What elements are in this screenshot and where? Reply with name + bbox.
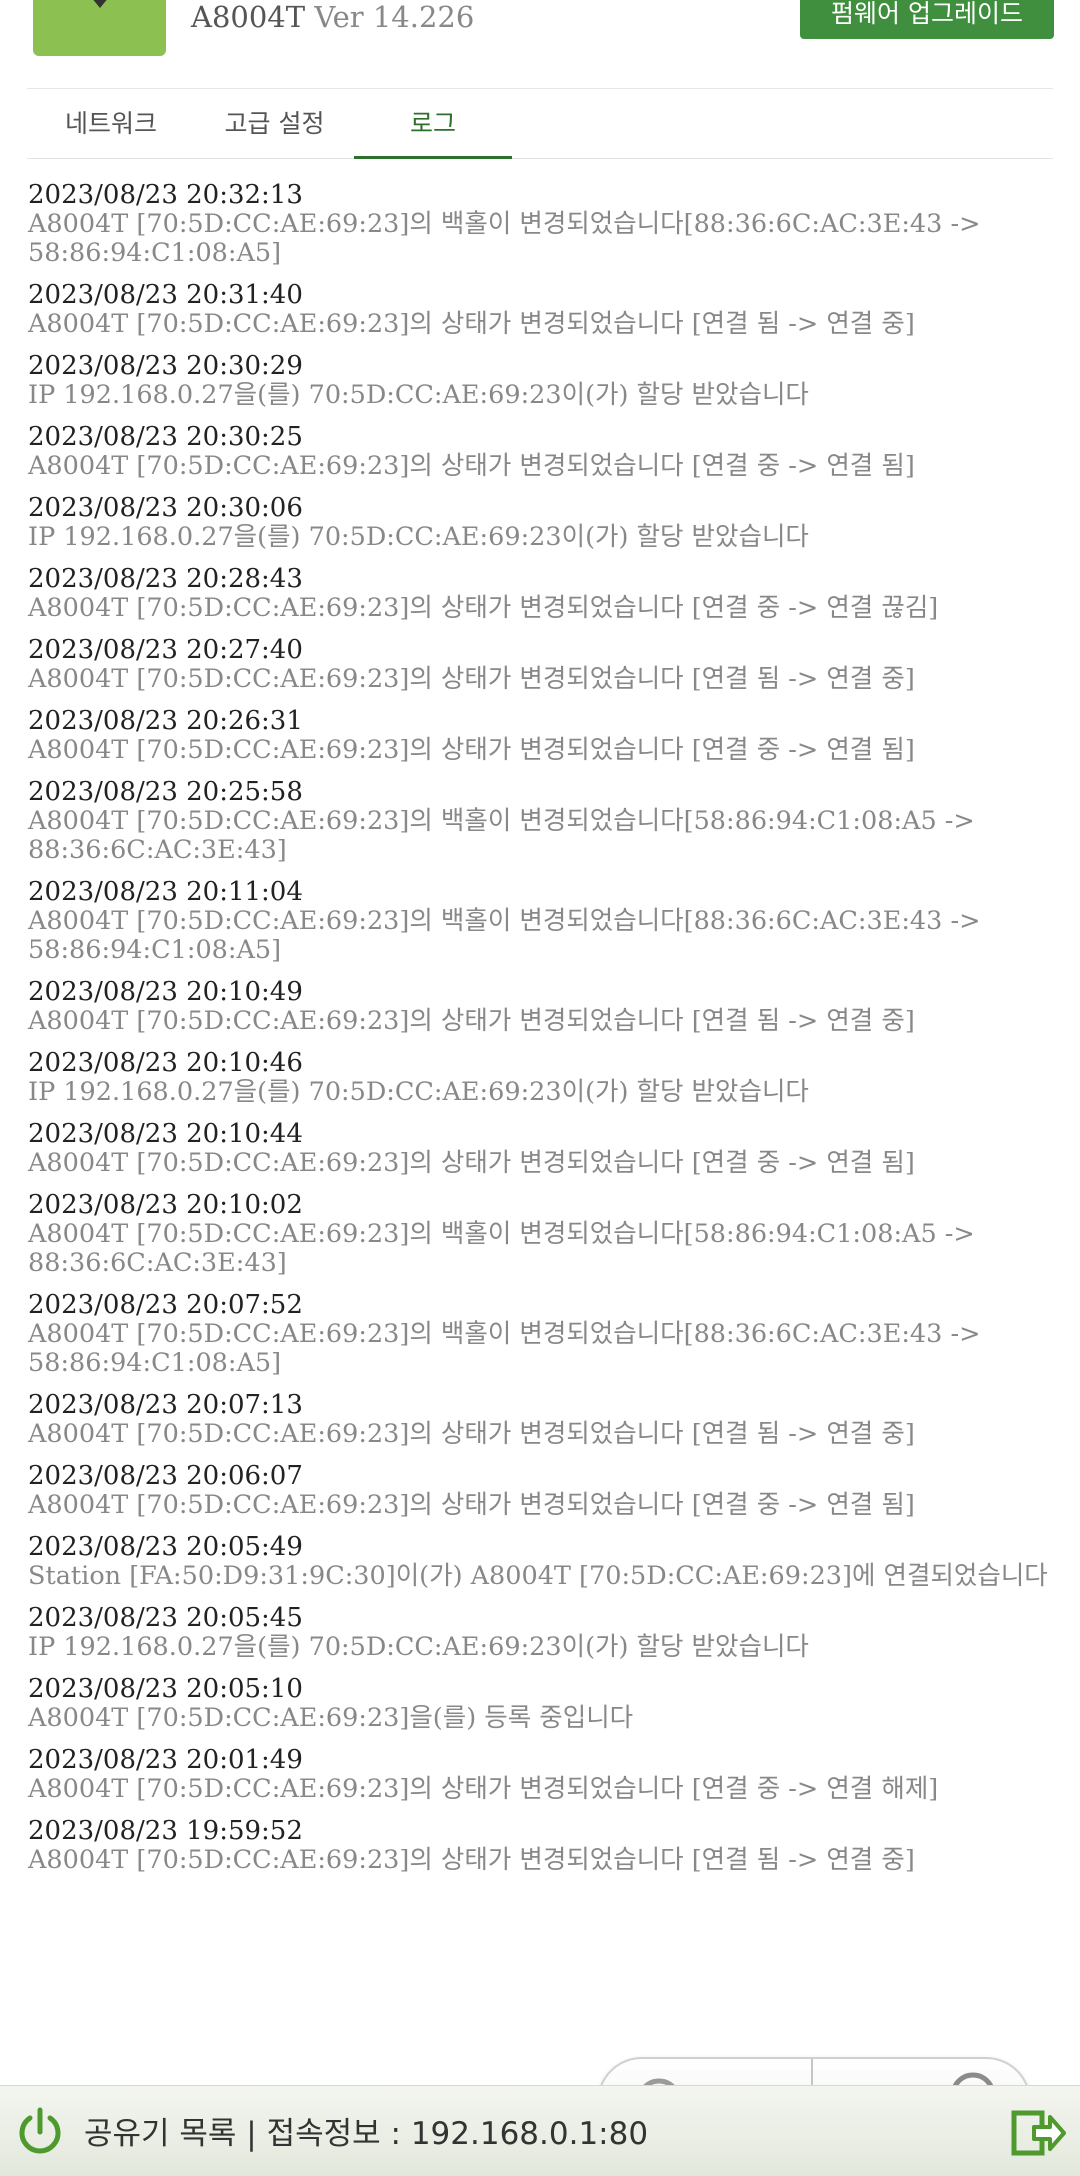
log-message: A8004T [70:5D:CC:AE:69:23]의 상태가 변경되었습니다 … xyxy=(28,1006,915,1036)
log-message: A8004T [70:5D:CC:AE:69:23]의 상태가 변경되었습니다 … xyxy=(28,1419,915,1449)
log-message: A8004T [70:5D:CC:AE:69:23]의 백홀이 변경되었습니다[… xyxy=(28,906,981,965)
log-timestamp: 2023/08/23 20:11:04 xyxy=(28,877,303,907)
log-timestamp: 2023/08/23 20:07:52 xyxy=(28,1290,303,1320)
log-message: A8004T [70:5D:CC:AE:69:23]의 상태가 변경되었습니다 … xyxy=(28,593,939,623)
log-timestamp: 2023/08/23 20:28:43 xyxy=(28,564,303,594)
log-message: IP 192.168.0.27을(를) 70:5D:CC:AE:69:23이(가… xyxy=(28,380,809,410)
log-message: IP 192.168.0.27을(를) 70:5D:CC:AE:69:23이(가… xyxy=(28,1632,809,1662)
log-entry: 2023/08/23 20:06:07 A8004T [70:5D:CC:AE:6… xyxy=(28,1462,1058,1520)
tab-log[interactable]: 로그 xyxy=(354,96,512,159)
header-divider xyxy=(27,88,1053,89)
log-message: A8004T [70:5D:CC:AE:69:23]을(를) 등록 중입니다 xyxy=(28,1703,634,1733)
router-list-connection-info[interactable]: 공유기 목록 | 접속정보 : 192.168.0.1:80 xyxy=(84,2108,648,2153)
log-entry: 2023/08/23 20:10:49 A8004T [70:5D:CC:AE:6… xyxy=(28,978,1058,1036)
log-timestamp: 2023/08/23 20:25:58 xyxy=(28,777,303,807)
log-message: A8004T [70:5D:CC:AE:69:23]의 상태가 변경되었습니다 … xyxy=(28,309,915,339)
log-message: A8004T [70:5D:CC:AE:69:23]의 백홀이 변경되었습니다[… xyxy=(28,209,981,268)
log-entry: 2023/08/23 20:07:52 A8004T [70:5D:CC:AE:6… xyxy=(28,1291,1058,1378)
log-message: IP 192.168.0.27을(를) 70:5D:CC:AE:69:23이(가… xyxy=(28,1077,809,1107)
log-entry: 2023/08/23 20:27:40 A8004T [70:5D:CC:AE:6… xyxy=(28,636,1058,694)
log-entry: 2023/08/23 20:01:49 A8004T [70:5D:CC:AE:6… xyxy=(28,1746,1058,1804)
log-entry: 2023/08/23 20:32:13 A8004T [70:5D:CC:AE:6… xyxy=(28,181,1058,268)
log-entry: 2023/08/23 20:10:02 A8004T [70:5D:CC:AE:6… xyxy=(28,1191,1058,1278)
log-message: A8004T [70:5D:CC:AE:69:23]의 백홀이 변경되었습니다[… xyxy=(28,1319,981,1378)
log-timestamp: 2023/08/23 20:31:40 xyxy=(28,280,303,310)
log-message: A8004T [70:5D:CC:AE:69:23]의 상태가 변경되었습니다 … xyxy=(28,1774,939,1804)
power-icon[interactable] xyxy=(14,2106,66,2158)
log-entry: 2023/08/23 20:05:10 A8004T [70:5D:CC:AE:6… xyxy=(28,1675,1058,1733)
log-timestamp: 2023/08/23 20:01:49 xyxy=(28,1745,303,1775)
log-entry: 2023/08/23 20:26:31 A8004T [70:5D:CC:AE:6… xyxy=(28,707,1058,765)
log-timestamp: 2023/08/23 20:10:46 xyxy=(28,1048,303,1078)
log-entry: 2023/08/23 20:07:13 A8004T [70:5D:CC:AE:6… xyxy=(28,1391,1058,1449)
log-entry: 2023/08/23 20:11:04 A8004T [70:5D:CC:AE:6… xyxy=(28,878,1058,965)
log-entry: 2023/08/23 20:30:25 A8004T [70:5D:CC:AE:6… xyxy=(28,423,1058,481)
log-entry: 2023/08/23 20:10:46 IP 192.168.0.27을(를) 7… xyxy=(28,1049,1058,1107)
log-message: A8004T [70:5D:CC:AE:69:23]의 상태가 변경되었습니다 … xyxy=(28,735,915,765)
tab-network[interactable]: 네트워크 xyxy=(42,96,180,156)
firmware-version: Ver 14.226 xyxy=(314,0,475,34)
tab-bar: 네트워크 고급 설정 로그 xyxy=(27,96,1053,159)
model-name: A8004T xyxy=(191,0,306,34)
router-logo xyxy=(33,0,166,56)
log-timestamp: 2023/08/23 20:05:10 xyxy=(28,1674,303,1704)
log-entry: 2023/08/23 20:31:40 A8004T [70:5D:CC:AE:6… xyxy=(28,281,1058,339)
log-timestamp: 2023/08/23 20:10:49 xyxy=(28,977,303,1007)
device-model: A8004T Ver 14.226 xyxy=(191,0,474,34)
log-timestamp: 2023/08/23 20:32:13 xyxy=(28,180,303,210)
log-timestamp: 2023/08/23 20:30:06 xyxy=(28,493,303,523)
tab-advanced-settings[interactable]: 고급 설정 xyxy=(197,96,352,156)
log-message: Station [FA:50:D9:31:9C:30]이(가) A8004T [… xyxy=(28,1561,1048,1591)
log-timestamp: 2023/08/23 20:30:29 xyxy=(28,351,303,381)
firmware-upgrade-button[interactable]: 펌웨어 업그레이드 xyxy=(800,0,1054,39)
log-entry: 2023/08/23 20:05:49 Station [FA:50:D9:31:… xyxy=(28,1533,1058,1591)
log-entry: 2023/08/23 20:10:44 A8004T [70:5D:CC:AE:6… xyxy=(28,1120,1058,1178)
log-timestamp: 2023/08/23 20:05:45 xyxy=(28,1603,303,1633)
log-timestamp: 2023/08/23 20:05:49 xyxy=(28,1532,303,1562)
log-timestamp: 2023/08/23 20:26:31 xyxy=(28,706,303,736)
log-message: A8004T [70:5D:CC:AE:69:23]의 백홀이 변경되었습니다[… xyxy=(28,806,975,865)
log-message: A8004T [70:5D:CC:AE:69:23]의 상태가 변경되었습니다 … xyxy=(28,451,915,481)
header: A8004T Ver 14.226 펌웨어 업그레이드 xyxy=(0,0,1080,90)
bottom-bar: 공유기 목록 | 접속정보 : 192.168.0.1:80 xyxy=(0,2085,1080,2176)
log-entry: 2023/08/23 19:59:52 A8004T [70:5D:CC:AE:6… xyxy=(28,1817,1058,1875)
log-timestamp: 2023/08/23 20:06:07 xyxy=(28,1461,303,1491)
exit-icon[interactable] xyxy=(1010,2103,1066,2159)
log-entry: 2023/08/23 20:25:58 A8004T [70:5D:CC:AE:6… xyxy=(28,778,1058,865)
log-timestamp: 2023/08/23 20:10:02 xyxy=(28,1190,303,1220)
log-message: A8004T [70:5D:CC:AE:69:23]의 상태가 변경되었습니다 … xyxy=(28,1845,915,1875)
log-list: 2023/08/23 20:32:13 A8004T [70:5D:CC:AE:6… xyxy=(28,181,1058,1888)
log-entry: 2023/08/23 20:28:43 A8004T [70:5D:CC:AE:6… xyxy=(28,565,1058,623)
log-timestamp: 2023/08/23 20:10:44 xyxy=(28,1119,303,1149)
log-entry: 2023/08/23 20:30:06 IP 192.168.0.27을(를) 7… xyxy=(28,494,1058,552)
log-message: A8004T [70:5D:CC:AE:69:23]의 백홀이 변경되었습니다[… xyxy=(28,1219,975,1278)
log-entry: 2023/08/23 20:30:29 IP 192.168.0.27을(를) 7… xyxy=(28,352,1058,410)
log-message: IP 192.168.0.27을(를) 70:5D:CC:AE:69:23이(가… xyxy=(28,522,809,552)
log-timestamp: 2023/08/23 20:30:25 xyxy=(28,422,303,452)
log-timestamp: 2023/08/23 19:59:52 xyxy=(28,1816,303,1846)
log-message: A8004T [70:5D:CC:AE:69:23]의 상태가 변경되었습니다 … xyxy=(28,1490,915,1520)
log-message: A8004T [70:5D:CC:AE:69:23]의 상태가 변경되었습니다 … xyxy=(28,1148,915,1178)
log-entry: 2023/08/23 20:05:45 IP 192.168.0.27을(를) 7… xyxy=(28,1604,1058,1662)
log-timestamp: 2023/08/23 20:07:13 xyxy=(28,1390,303,1420)
log-timestamp: 2023/08/23 20:27:40 xyxy=(28,635,303,665)
log-message: A8004T [70:5D:CC:AE:69:23]의 상태가 변경되었습니다 … xyxy=(28,664,915,694)
